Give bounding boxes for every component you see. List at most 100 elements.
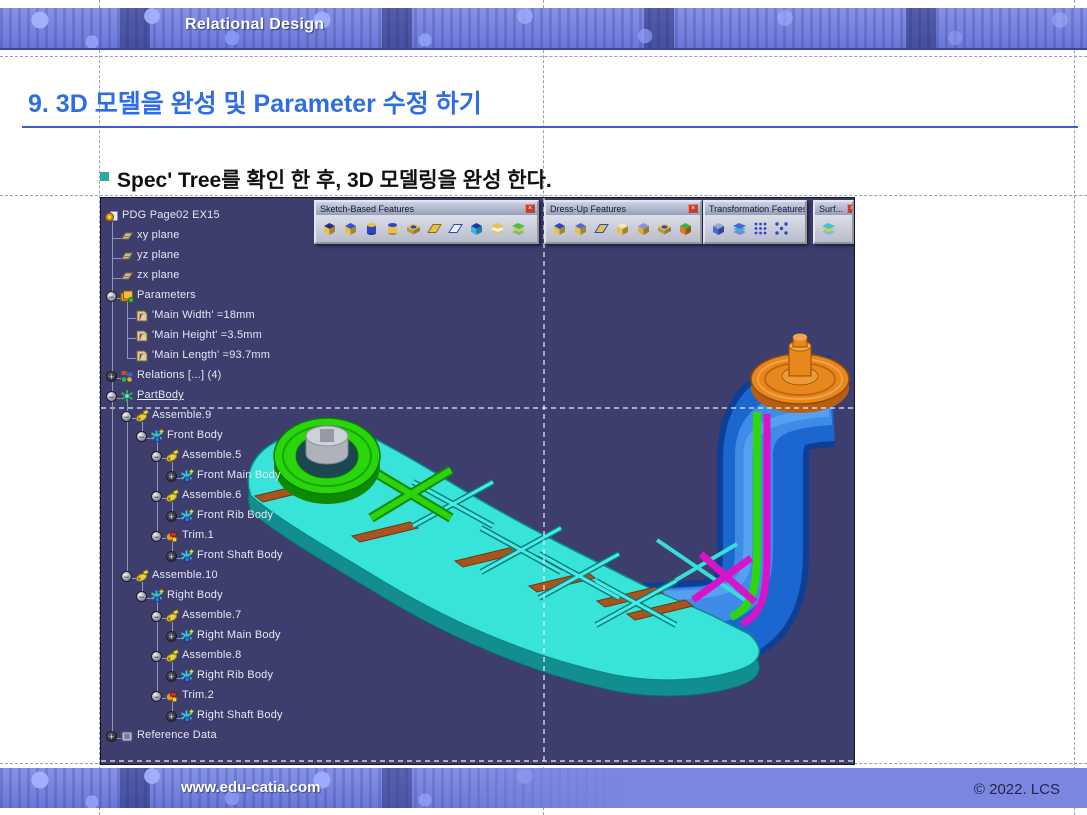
tree-node-label[interactable]: Assemble.5 [182,449,241,461]
close-icon[interactable]: × [525,204,535,213]
collapse-handle-icon[interactable]: − [136,591,147,602]
collapse-handle-icon[interactable]: − [151,451,162,462]
tree-node-label[interactable]: Right Rib Body [197,669,273,681]
tree-node-assemble-8[interactable]: − Assemble.8 [103,646,373,666]
tree-node-label[interactable]: yz plane [137,249,180,261]
tree-node-label[interactable]: Assemble.10 [152,569,218,581]
tree-node-assemble-6[interactable]: − Assemble.6 [103,486,373,506]
expand-handle-icon[interactable]: + [166,551,177,562]
collapse-handle-icon[interactable]: − [151,531,162,542]
tree-node-trim-1[interactable]: − Trim.1 [103,526,373,546]
thread-icon[interactable] [654,217,675,239]
orange-cap[interactable] [751,334,849,414]
tree-node-label[interactable]: Right Body [167,589,223,601]
tree-node-right-shaft-body[interactable]: + Right Shaft Body [103,706,373,726]
collapse-handle-icon[interactable]: − [106,391,117,402]
draft-angle-icon[interactable] [591,217,612,239]
multi-sections-solid-icon[interactable] [487,217,508,239]
tree-node-label[interactable]: xy plane [137,229,180,241]
drafted-filleted-pad-icon[interactable] [340,217,361,239]
translation-icon[interactable] [708,217,729,239]
expand-handle-icon[interactable]: + [166,471,177,482]
collapse-handle-icon[interactable]: − [151,691,162,702]
thickness-icon[interactable] [633,217,654,239]
tree-node-reference-data[interactable]: + Reference Data [103,726,373,746]
tree-node-zx-plane[interactable]: zx plane [103,266,373,286]
tree-node-label[interactable]: Parameters [137,289,196,301]
tree-node-main-length-93-7mm[interactable]: f'Main Length' =93.7mm [103,346,373,366]
scaling-icon[interactable] [771,217,792,239]
tree-node-assemble-9[interactable]: − Assemble.9 [103,406,373,426]
tree-node-front-rib-body[interactable]: +Front Rib Body [103,506,373,526]
tree-node-label[interactable]: 'Main Height' =3.5mm [152,329,262,341]
tree-node-partbody[interactable]: − PartBody [103,386,373,406]
tree-node-label[interactable]: PartBody [137,389,184,401]
expand-handle-icon[interactable]: + [106,371,117,382]
tree-node-right-body[interactable]: − Right Body [103,586,373,606]
tree-node-right-main-body[interactable]: + Right Main Body [103,626,373,646]
tree-node-right-rib-body[interactable]: + Right Rib Body [103,666,373,686]
expand-handle-icon[interactable]: + [166,511,177,522]
collapse-handle-icon[interactable]: − [151,611,162,622]
tree-node-label[interactable]: Reference Data [137,729,217,741]
tree-node-label[interactable]: Assemble.6 [182,489,241,501]
tree-node-label[interactable]: Assemble.8 [182,649,241,661]
symmetry-icon[interactable] [729,217,750,239]
expand-handle-icon[interactable]: + [166,631,177,642]
thick-surface-icon[interactable] [508,217,529,239]
close-icon[interactable]: × [688,204,698,213]
tree-node-relations-4[interactable]: + Relations [...] (4) [103,366,373,386]
tree-node-front-shaft-body[interactable]: + Front Shaft Body [103,546,373,566]
tree-node-label[interactable]: zx plane [137,269,180,281]
rib-icon[interactable] [424,217,445,239]
tree-node-assemble-7[interactable]: − Assemble.7 [103,606,373,626]
extrude-surface-icon[interactable] [818,217,839,239]
collapse-handle-icon[interactable]: − [121,411,132,422]
expand-handle-icon[interactable]: + [166,671,177,682]
close-icon[interactable]: × [847,204,852,213]
tree-node-label[interactable]: Right Shaft Body [197,709,283,721]
tree-node-label[interactable]: Assemble.9 [152,409,211,421]
remove-face-icon[interactable] [675,217,696,239]
groove-icon[interactable] [382,217,403,239]
edge-fillet-icon[interactable] [549,217,570,239]
tree-node-yz-plane[interactable]: yz plane [103,246,373,266]
pad-icon[interactable] [319,217,340,239]
tree-node-main-height-3-5mm[interactable]: f'Main Height' =3.5mm [103,326,373,346]
collapse-handle-icon[interactable]: − [136,431,147,442]
collapse-handle-icon[interactable]: − [121,571,132,582]
tree-node-label[interactable]: 'Main Length' =93.7mm [152,349,270,361]
tree-node-label[interactable]: Front Main Body [197,469,281,481]
collapse-handle-icon[interactable]: − [151,651,162,662]
toolbar-title-bar[interactable]: Sketch-Based Features× [316,202,537,215]
toolbar-title-bar[interactable]: Transformation Features× [705,202,805,215]
expand-handle-icon[interactable]: + [106,731,117,742]
rectangular-pattern-icon[interactable] [750,217,771,239]
tree-node-label[interactable]: Right Main Body [197,629,281,641]
tree-node-label[interactable]: Trim.1 [182,529,214,541]
slot-icon[interactable] [445,217,466,239]
expand-handle-icon[interactable]: + [166,711,177,722]
shaft-icon[interactable] [361,217,382,239]
tree-node-parameters[interactable]: − Parameters [103,286,373,306]
tree-node-label[interactable]: Front Shaft Body [197,549,283,561]
tree-node-main-width-18mm[interactable]: f'Main Width' =18mm [103,306,373,326]
chamfer-icon[interactable] [570,217,591,239]
tree-node-assemble-5[interactable]: − Assemble.5 [103,446,373,466]
collapse-handle-icon[interactable]: − [106,291,117,302]
tree-node-label[interactable]: Trim.2 [182,689,214,701]
collapse-handle-icon[interactable]: − [151,491,162,502]
toolbar-title-bar[interactable]: Dress-Up Features× [546,202,700,215]
tree-node-label[interactable]: 'Main Width' =18mm [152,309,255,321]
stiffener-icon[interactable] [466,217,487,239]
tree-node-label[interactable]: Relations [...] (4) [137,369,222,381]
hole-icon[interactable] [403,217,424,239]
tree-node-label[interactable]: Front Body [167,429,223,441]
tree-node-label[interactable]: Assemble.7 [182,609,241,621]
tree-node-trim-2[interactable]: − Trim.2 [103,686,373,706]
tree-node-label[interactable]: PDG Page02 EX15 [122,209,220,221]
tree-node-front-body[interactable]: − Front Body [103,426,373,446]
toolbar-title-bar[interactable]: Surf...× [815,202,852,215]
tree-node-front-main-body[interactable]: + Front Main Body [103,466,373,486]
tree-node-assemble-10[interactable]: − Assemble.10 [103,566,373,586]
